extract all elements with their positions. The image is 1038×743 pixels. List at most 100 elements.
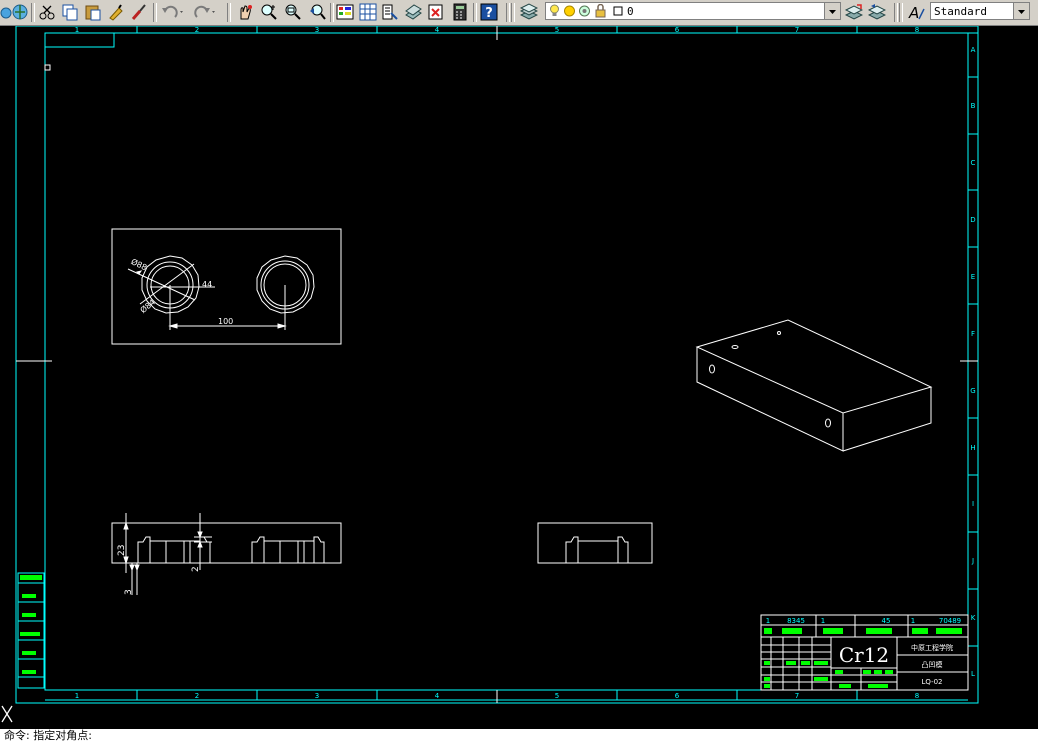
- ucs-icon: [1, 705, 13, 723]
- school-name: 中原工程学院: [911, 643, 953, 652]
- toolbar-separator: [511, 3, 515, 22]
- ruler-label: 1: [75, 692, 79, 700]
- zoom-realtime-icon[interactable]: [260, 3, 278, 21]
- undo-icon[interactable]: [160, 3, 186, 21]
- ruler-label: 4: [435, 26, 440, 34]
- copy-icon[interactable]: [61, 3, 79, 21]
- pan-icon[interactable]: [236, 3, 254, 21]
- toolbar-separator: [894, 3, 898, 22]
- ruler-label: L: [971, 670, 975, 678]
- layer-name: 0: [627, 5, 634, 18]
- design-center-icon[interactable]: [359, 3, 377, 21]
- dim-radius: 44: [202, 280, 212, 289]
- ruler-label: 1: [75, 26, 79, 34]
- redo-icon[interactable]: [192, 3, 218, 21]
- toolbar-separator: [899, 3, 903, 22]
- dim-step: 2: [191, 566, 201, 572]
- ruler-label: C: [971, 159, 976, 167]
- ruler-label: B: [971, 102, 976, 110]
- left-stamp-table: [17, 572, 45, 689]
- drawing-sheet: 1 2 3 4 5 6 7 8 1 2 3 4 5 6 7 8 A B C D …: [1, 26, 979, 723]
- layer-dropdown[interactable]: 0: [545, 2, 841, 20]
- ruler-label: J: [971, 557, 974, 565]
- svg-text:A: A: [908, 4, 919, 21]
- chevron-down-icon[interactable]: [824, 3, 840, 19]
- ruler-label: E: [971, 273, 975, 281]
- drawing-number: LQ-02: [921, 678, 942, 686]
- outer-border: [15, 26, 979, 704]
- title-block: 1 8345 1 45 1 70489 Cr12 中原工程学院 凸凹模 LQ-0…: [760, 614, 969, 691]
- ruler-label: A: [971, 46, 976, 54]
- material-label: Cr12: [839, 643, 889, 667]
- ruler-label: 5: [555, 692, 559, 700]
- part-name: 凸凹模: [922, 660, 943, 669]
- ruler-label: 2: [195, 26, 199, 34]
- layer-manager-icon[interactable]: [520, 3, 538, 21]
- title-cell: 1: [766, 617, 770, 625]
- brush-icon[interactable]: [130, 3, 148, 21]
- command-line[interactable]: 命令: 指定对角点:: [0, 729, 1038, 743]
- title-cell: 45: [882, 617, 891, 625]
- text-style-icon[interactable]: A: [907, 3, 925, 21]
- ruler-label: 3: [315, 26, 319, 34]
- ruler-label: K: [971, 614, 976, 622]
- layer-color-icon: [613, 6, 623, 16]
- quickcalc-icon[interactable]: [451, 3, 469, 21]
- ruler-label: G: [970, 387, 975, 395]
- zoom-previous-icon[interactable]: [308, 3, 326, 21]
- text-style-value: Standard: [934, 5, 987, 18]
- toolbar-separator: [473, 3, 477, 22]
- layer-previous-icon[interactable]: [868, 3, 886, 21]
- isometric-view: [695, 319, 933, 452]
- lightbulb-icon: [550, 4, 559, 16]
- ruler-label: 8: [915, 692, 919, 700]
- ruler-label: 7: [795, 26, 799, 34]
- cut-icon[interactable]: [38, 3, 56, 21]
- dim-diameter-inner: Ø84: [138, 297, 157, 315]
- ruler-label: F: [971, 330, 975, 338]
- chevron-down-icon[interactable]: [1013, 3, 1029, 19]
- match-properties-icon[interactable]: [107, 3, 125, 21]
- tool-palettes-icon[interactable]: [381, 3, 399, 21]
- text-style-dropdown[interactable]: Standard: [930, 2, 1030, 20]
- paste-icon[interactable]: [84, 3, 102, 21]
- ruler-label: I: [972, 500, 974, 508]
- zoom-window-icon[interactable]: [284, 3, 302, 21]
- ruler-label: 5: [555, 26, 559, 34]
- title-cell: 70489: [939, 617, 961, 625]
- toolbar-separator: [153, 3, 157, 22]
- markup-icon[interactable]: [427, 3, 445, 21]
- globe-icon[interactable]: [0, 3, 28, 21]
- ruler-label: 7: [795, 692, 799, 700]
- properties-icon[interactable]: [336, 3, 354, 21]
- drawing-canvas[interactable]: 1 2 3 4 5 6 7 8 1 2 3 4 5 6 7 8 A B C D …: [0, 26, 1038, 729]
- ruler-label: D: [970, 216, 975, 224]
- top-view: [111, 228, 342, 345]
- ruler-label: 6: [675, 692, 680, 700]
- inner-frame: [44, 32, 969, 691]
- help-icon[interactable]: ?: [480, 3, 498, 21]
- svg-text:?: ?: [485, 6, 493, 21]
- dim-base: 3: [124, 589, 134, 595]
- toolbar-separator: [506, 3, 510, 22]
- dim-height: 23: [117, 545, 127, 556]
- toolbar-separator: [31, 3, 35, 22]
- sheet-set-icon[interactable]: [404, 3, 422, 21]
- ruler-label: 4: [435, 692, 440, 700]
- title-cell: 1: [821, 617, 825, 625]
- front-view: [111, 513, 342, 595]
- lock-icon: [595, 4, 606, 18]
- ruler-label: 6: [675, 26, 680, 34]
- side-view: [537, 522, 653, 564]
- ruler-label: 3: [315, 692, 319, 700]
- dim-center-distance: 100: [218, 317, 233, 326]
- sun-icon: [564, 5, 575, 17]
- ruler-label: 2: [195, 692, 199, 700]
- toolbar-separator: [227, 3, 231, 22]
- standard-toolbar: ? 0 A Standard: [0, 0, 1038, 26]
- freeze-icon: [579, 5, 590, 17]
- ruler-label: 8: [915, 26, 919, 34]
- title-cell: 8345: [787, 617, 805, 625]
- make-layer-current-icon[interactable]: [845, 3, 863, 21]
- title-cell: 1: [911, 617, 915, 625]
